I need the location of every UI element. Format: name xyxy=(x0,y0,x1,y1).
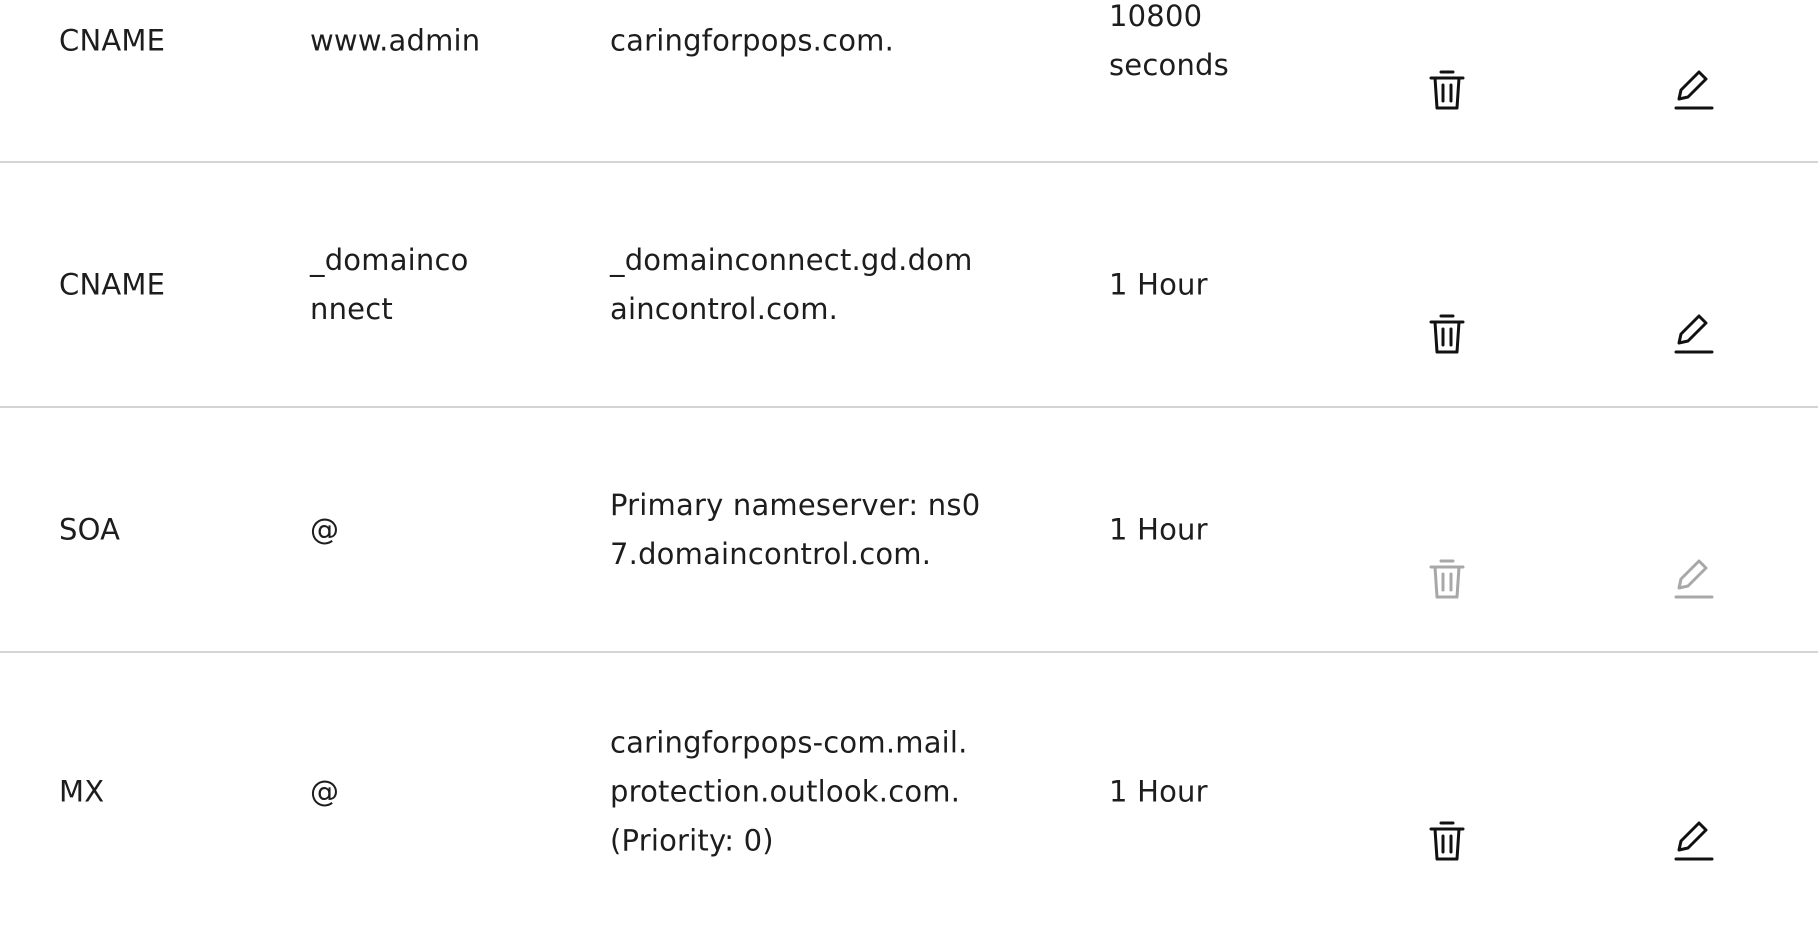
trash-icon[interactable] xyxy=(1426,18,1468,109)
record-ttl: 1 Hour xyxy=(1109,267,1208,301)
edit-record-button[interactable] xyxy=(1673,213,1715,357)
delete-record-button[interactable] xyxy=(1426,720,1468,864)
record-value: Primary nameserver: ns0 7.domaincontrol.… xyxy=(610,487,981,571)
edit-record-button[interactable] xyxy=(1673,720,1715,864)
edit-record-button-disabled xyxy=(1673,458,1715,602)
record-ttl: 1 Hour xyxy=(1109,774,1208,808)
delete-record-button[interactable] xyxy=(1426,213,1468,357)
trash-icon xyxy=(1426,507,1468,598)
record-value: caringforpops.com. xyxy=(610,23,894,57)
record-type: MX xyxy=(59,774,105,808)
record-type: SOA xyxy=(59,512,121,546)
record-value: _domainconnect.gd.dom aincontrol.com. xyxy=(610,242,973,326)
record-name: @ xyxy=(310,512,340,546)
record-name: @ xyxy=(310,774,340,808)
record-name: www.admin xyxy=(310,23,481,57)
record-type: CNAME xyxy=(59,267,166,301)
pencil-icon[interactable] xyxy=(1673,18,1715,109)
pencil-icon xyxy=(1673,507,1715,598)
delete-record-button-disabled xyxy=(1426,458,1468,602)
record-ttl: 10800 seconds xyxy=(1109,0,1229,82)
pencil-icon[interactable] xyxy=(1673,769,1715,860)
table-row: CNAME www.admin caringforpops.com. 10800… xyxy=(0,0,1818,163)
edit-record-button[interactable] xyxy=(1673,0,1715,113)
trash-icon[interactable] xyxy=(1426,262,1468,353)
table-row: SOA @ Primary nameserver: ns0 7.domainco… xyxy=(0,408,1818,653)
record-name: _domainco nnect xyxy=(310,242,469,326)
record-type: CNAME xyxy=(59,23,166,57)
record-ttl: 1 Hour xyxy=(1109,512,1208,546)
table-row: MX @ caringforpops-com.mail. protection.… xyxy=(0,653,1818,930)
table-row: CNAME _domainco nnect _domainconnect.gd.… xyxy=(0,163,1818,408)
trash-icon[interactable] xyxy=(1426,769,1468,860)
record-value: caringforpops-com.mail. protection.outlo… xyxy=(610,725,968,857)
delete-record-button[interactable] xyxy=(1426,0,1468,113)
pencil-icon[interactable] xyxy=(1673,262,1715,353)
